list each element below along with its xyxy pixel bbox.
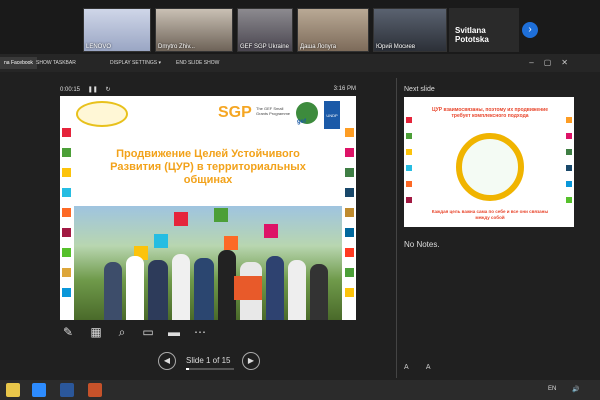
volume-icon[interactable]: 🔊 xyxy=(572,386,579,393)
font-size-controls[interactable]: A A xyxy=(404,364,439,371)
more-options-icon[interactable]: ⋯ xyxy=(192,324,208,340)
pen-icon[interactable]: ✎ xyxy=(60,324,76,340)
current-slide[interactable]: SGP The GEF Small Grants Programme gef U… xyxy=(60,96,356,320)
sgp-logo: SGP xyxy=(218,104,252,121)
speaker-notes[interactable]: No Notes. xyxy=(404,240,440,249)
next-slide-title: ЦУР взаимосвязаны, поэтому их продвижени… xyxy=(431,107,549,119)
window-controls[interactable]: –▢✕ xyxy=(529,58,578,67)
participant-name: Даша Лопуга xyxy=(300,44,337,50)
next-slide-footer: Каждая цель важна сама по себе и все они… xyxy=(431,209,549,220)
sdg-squares-left xyxy=(62,128,71,308)
participant-tile[interactable]: Юрий Мосиев xyxy=(373,8,447,52)
triangle-right-icon: ▶ xyxy=(247,356,255,365)
show-taskbar-button[interactable]: SHOW TASKBAR xyxy=(36,60,76,66)
slide-progress-fill xyxy=(186,368,190,370)
see-all-slides-icon[interactable]: ▦ xyxy=(88,324,104,340)
participant-tile[interactable]: Svitlana Pototska xyxy=(449,8,519,52)
elapsed-timer: 0:00:15 xyxy=(60,87,81,93)
participant-tile[interactable]: Даша Лопуга xyxy=(297,8,369,52)
video-strip: LENOVO Dmytro Zhiv... GEF SGP Ukraine Да… xyxy=(0,0,600,54)
end-slide-show-button[interactable]: END SLIDE SHOW xyxy=(176,60,219,66)
next-participants-button[interactable]: › xyxy=(522,22,538,38)
timer-row: 0:00:15 ❚❚ ↻ 3:16 PM xyxy=(60,86,356,96)
presenter-window: LENOVO Dmytro Zhiv... GEF SGP Ukraine Да… xyxy=(0,0,600,400)
participant-name: GEF SGP Ukraine xyxy=(240,44,289,50)
sgp-subtitle: The GEF Small Grants Programme xyxy=(256,106,291,116)
zoom-icon[interactable]: ⌕ xyxy=(114,324,130,340)
undp-label: UNDP xyxy=(326,113,338,118)
group-photo xyxy=(74,206,342,320)
participant-name: Svitlana Pototska xyxy=(455,26,489,44)
subtitles-icon[interactable]: ▬ xyxy=(166,324,182,340)
windows-taskbar: EN 🔊 xyxy=(0,380,600,400)
participant-tile[interactable]: Dmytro Zhiv... xyxy=(155,8,233,52)
clock: 3:16 PM xyxy=(333,86,356,92)
black-screen-icon[interactable]: ▭ xyxy=(140,324,156,340)
slide-counter: Slide 1 of 15 xyxy=(186,356,231,365)
zoom-app-icon[interactable] xyxy=(32,383,46,397)
next-slide-preview[interactable]: ЦУР взаимосвязаны, поэтому их продвижени… xyxy=(404,97,574,227)
previous-slide-button[interactable]: ◀ xyxy=(158,352,176,370)
organization-logo xyxy=(76,101,128,127)
display-settings-button[interactable]: DISPLAY SETTINGS ▾ xyxy=(110,60,161,66)
restart-icon[interactable]: ↻ xyxy=(105,87,110,93)
powerpoint-app-icon[interactable] xyxy=(88,383,102,397)
slide-progress-bar xyxy=(186,368,234,370)
next-slide-label: Next slide xyxy=(404,86,435,93)
chevron-right-icon: › xyxy=(528,24,532,35)
word-app-icon[interactable] xyxy=(60,383,74,397)
undp-logo: UNDP xyxy=(324,101,340,129)
pause-icon[interactable]: ❚❚ xyxy=(88,87,98,93)
sdg-wheel xyxy=(456,133,524,201)
triangle-left-icon: ◀ xyxy=(163,356,171,365)
presenter-toolbar: na Facebook SHOW TASKBAR DISPLAY SETTING… xyxy=(0,54,600,72)
language-indicator[interactable]: EN xyxy=(548,386,556,392)
participant-name: LENOVO xyxy=(86,44,112,50)
sdg-squares-right xyxy=(345,128,354,308)
facebook-tab[interactable]: na Facebook xyxy=(0,57,37,69)
next-slide-button[interactable]: ▶ xyxy=(242,352,260,370)
participant-name: Dmytro Zhiv... xyxy=(158,44,195,50)
pane-divider[interactable] xyxy=(396,78,397,378)
gef-label: gef xyxy=(297,119,306,125)
participant-name: Юрий Мосиев xyxy=(376,44,416,50)
participant-tile[interactable]: LENOVO xyxy=(83,8,151,52)
participant-tile[interactable]: GEF SGP Ukraine xyxy=(237,8,293,52)
file-explorer-icon[interactable] xyxy=(6,383,20,397)
slide-title: Продвижение Целей Устойчивого Развития (… xyxy=(110,148,306,186)
